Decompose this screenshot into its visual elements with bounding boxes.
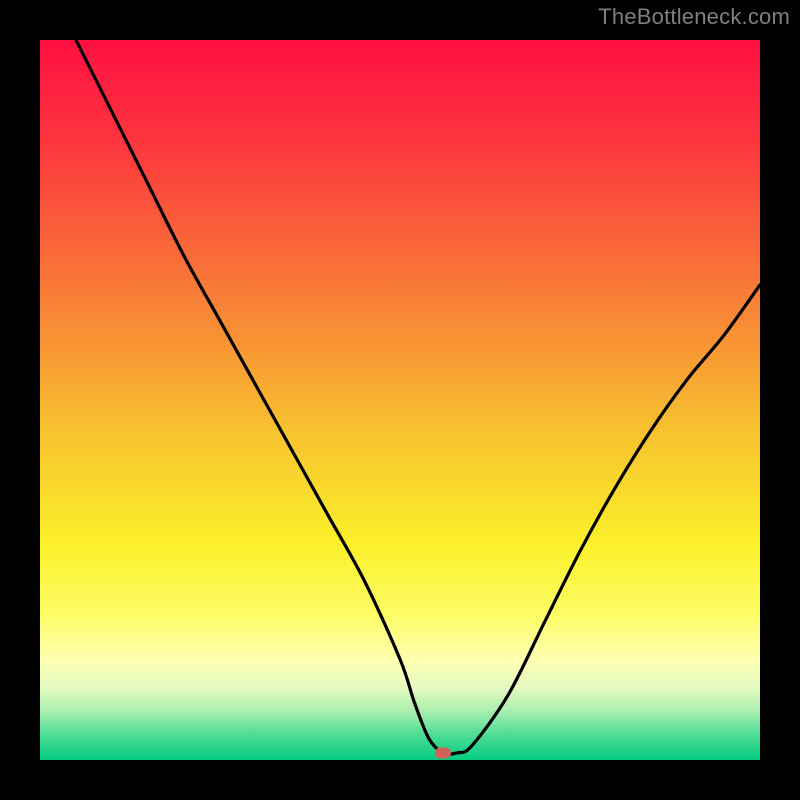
chart-frame: TheBottleneck.com [0, 0, 800, 800]
watermark-text: TheBottleneck.com [598, 4, 790, 30]
bottleneck-curve [40, 40, 760, 760]
plot-area [40, 40, 760, 760]
optimum-marker [435, 747, 451, 758]
